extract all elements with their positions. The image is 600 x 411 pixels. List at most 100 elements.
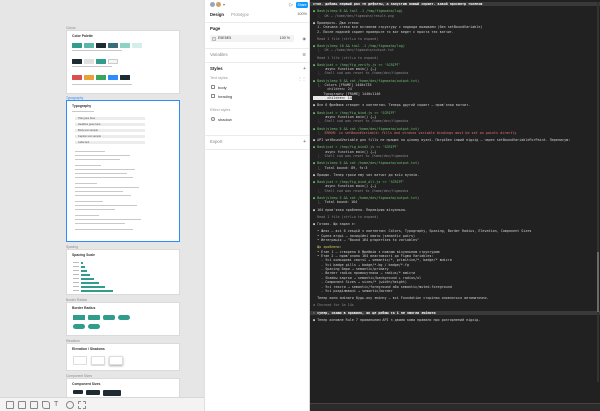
terminal-line-text: ⎿ OK → /home/dev/figmosha/result.png [313, 13, 394, 18]
radius-sample [73, 324, 85, 329]
spacing-bar [81, 265, 85, 268]
spacing-bar [81, 289, 113, 292]
sliders-icon[interactable]: ☰ [302, 52, 306, 57]
terminal-line-text: ⎿ Total bound: 164 [313, 200, 358, 205]
panel-empty-area [205, 149, 309, 411]
caption-line [75, 151, 105, 153]
color-swatch [120, 43, 130, 48]
terminal-line-text: › супер, скажи в правило, як це робиш та… [313, 310, 436, 315]
terminal-line-text: async function main() {…} [313, 114, 377, 119]
type-sample: Caption text sample [75, 135, 145, 138]
color-swatch [108, 43, 118, 48]
radius-sample [73, 315, 85, 320]
text-line [75, 191, 123, 193]
chevron-down-icon[interactable]: ▾ [223, 2, 225, 7]
eye-icon[interactable]: ◉ [303, 36, 307, 41]
caption-line [72, 84, 132, 86]
style-item-heading[interactable]: heading [218, 94, 232, 99]
play-icon[interactable]: ▷ [290, 2, 293, 8]
terminal-line-text: Read 1 file (ctrl+o to expand) [313, 36, 379, 41]
terminal-input-bar[interactable] [310, 403, 600, 411]
terminal-line-text: ● Проверить. Два стека: [313, 20, 360, 25]
frame-tool-icon[interactable] [18, 401, 26, 409]
tab-prototype[interactable]: Prototype [231, 12, 249, 17]
terminal-line-text: ● 164 прив'язки зроблено. Перевіряю візу… [313, 207, 407, 212]
variables-section[interactable]: Variables ☰ [205, 48, 309, 62]
shape-tool-icon[interactable] [30, 401, 38, 409]
terminal[interactable]: стоп. добавь первый раз те дефолты, а за… [310, 0, 600, 411]
page-opacity[interactable]: 100 % [280, 36, 290, 40]
frame-title: Elevation / Shadows [72, 347, 105, 351]
terminal-line-text: - Shadow картки → semantic/background + … [313, 275, 422, 280]
terminal-line-text: ● API setBoundVariable для fills не прац… [313, 138, 571, 143]
text-line [75, 209, 115, 211]
figma-canvas[interactable]: Colors Color Palette Typography Typograp… [0, 0, 204, 411]
text-tool-icon[interactable]: T [54, 401, 62, 409]
color-swatch [96, 43, 106, 48]
radius-sample [118, 315, 130, 320]
frame-border-radius[interactable]: Border Radius [66, 302, 180, 336]
grid-view-icon[interactable]: ⋮⋮ [298, 76, 306, 81]
terminal-line: ● API setBoundVariable для fills не прац… [313, 138, 597, 142]
terminal-line-text: ✻ Churned for 1m 14s [313, 303, 354, 308]
pen-tool-icon[interactable] [42, 401, 50, 409]
spacing-bar [81, 261, 83, 264]
terminal-line-text: children: 14 [313, 96, 352, 101]
opacity-unit: % [286, 36, 290, 40]
effect-style-icon [211, 117, 215, 121]
terminal-line-text: - Усі кольорові свотчі → semantic/*, pri… [313, 258, 452, 263]
radius-sample [103, 315, 115, 320]
terminal-line-text: ● Тепер основне Rule 7 правильним API з … [313, 317, 481, 322]
terminal-line-text: • Интеграція — "Bound 164 properties to … [313, 237, 420, 242]
tab-design[interactable]: Design [210, 12, 224, 17]
share-button[interactable]: Share [296, 1, 308, 8]
page-color-hex[interactable]: E5E5E5 [218, 36, 231, 40]
avatar[interactable] [210, 2, 215, 7]
zoom-level[interactable]: 100% [297, 12, 307, 16]
move-tool-icon[interactable] [6, 401, 14, 409]
style-item-body[interactable]: body [218, 85, 227, 90]
canvas-toolbar: T [0, 397, 204, 411]
frame-title: Component Sizes [72, 382, 101, 386]
scrollbar-thumb[interactable] [597, 252, 599, 312]
frame-colors[interactable]: Color Palette [66, 30, 180, 94]
shadow-card [91, 356, 105, 365]
radius-sample [88, 324, 100, 329]
text-style-icon [211, 94, 215, 98]
export-section[interactable]: Export + [205, 135, 309, 149]
spacing-bar [81, 269, 87, 272]
text-line [75, 155, 130, 157]
text-line [75, 223, 125, 225]
terminal-scrollbar[interactable] [597, 2, 599, 382]
terminal-line-text: ⎿ Shell cwd was reset to /home/dev/figmo… [313, 119, 409, 124]
frame-spacing[interactable]: Spacing Scale [66, 249, 180, 295]
terminal-line-text: async function main() {…} [313, 149, 377, 154]
frame-component-sizes[interactable]: Component Sizes [66, 378, 180, 398]
page-color-swatch[interactable] [212, 36, 216, 41]
terminal-output: стоп. добавь первый раз те дефолты, а за… [310, 2, 600, 322]
terminal-line-text: ● Bash(cat > /tmp/fig_bind2.js << 'SCRIP… [313, 145, 399, 150]
text-line [75, 229, 133, 231]
add-style-icon[interactable]: + [303, 66, 306, 72]
terminal-line-text: Read 1 file (ctrl+o to expand) [313, 55, 379, 60]
terminal-line-text: async function main() {…} [313, 184, 377, 189]
color-swatch [108, 59, 118, 64]
frame-typography[interactable]: Typography Title goes here Headline goes… [66, 100, 180, 242]
comment-tool-icon[interactable] [66, 401, 74, 409]
spacing-bar [81, 277, 94, 280]
terminal-line-text: ● Bash(sleep 5 && cat /home/dev/figmosha… [313, 78, 420, 83]
caption-line [75, 201, 103, 203]
spacing-label [73, 286, 79, 288]
page-background-field[interactable]: E5E5E5 100 % [210, 35, 294, 42]
color-swatch [84, 43, 94, 48]
terminal-line-text: - Усі badge pills → badge/*-bg / badge/*… [313, 262, 409, 267]
spacing-label [73, 290, 79, 292]
section-title: Styles [210, 66, 223, 71]
style-item-shadow[interactable]: shadow [218, 117, 232, 122]
text-line [75, 173, 127, 175]
add-export-icon[interactable]: + [303, 139, 306, 145]
type-sample: Title goes here [75, 117, 145, 120]
avatar[interactable] [216, 2, 221, 7]
actions-tool-icon[interactable] [78, 401, 86, 409]
frame-elevation[interactable]: Elevation / Shadows [66, 343, 180, 371]
